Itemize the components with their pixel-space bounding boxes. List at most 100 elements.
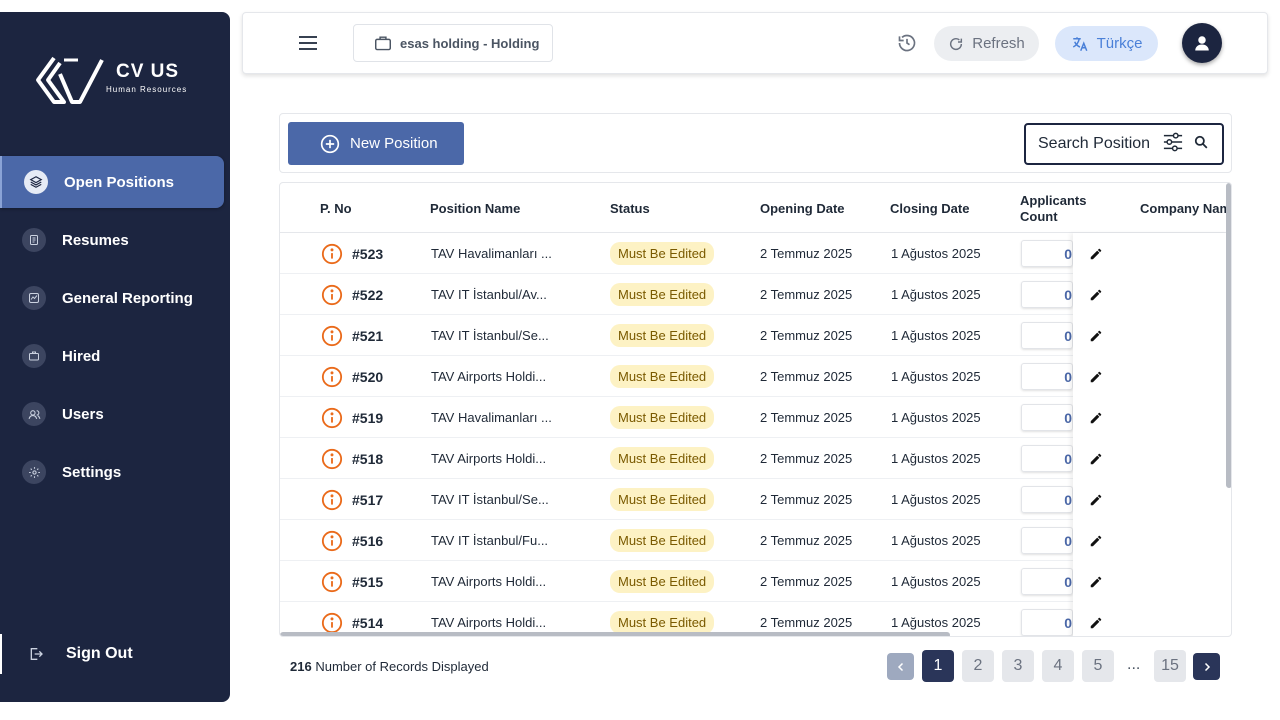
- applicants-count-cell: 0: [1021, 520, 1073, 561]
- info-icon[interactable]: [321, 356, 343, 397]
- menu-icon[interactable]: [299, 35, 319, 51]
- info-icon[interactable]: [321, 561, 343, 602]
- position-name[interactable]: TAV Havalimanları ...: [431, 397, 552, 438]
- info-icon[interactable]: [321, 520, 343, 561]
- info-icon[interactable]: [321, 479, 343, 520]
- closing-date: 1 Ağustos 2025: [891, 287, 981, 302]
- edit-icon[interactable]: [1089, 561, 1103, 602]
- edit-icon[interactable]: [1089, 438, 1103, 479]
- position-number: #515: [352, 573, 384, 590]
- avatar[interactable]: [1182, 23, 1222, 63]
- history-icon[interactable]: [897, 33, 919, 55]
- search-icon[interactable]: [1194, 135, 1208, 154]
- status-cell: Must Be Edited: [610, 479, 715, 520]
- applicants-count[interactable]: 0: [1021, 240, 1073, 267]
- applicants-count[interactable]: 0: [1021, 322, 1073, 349]
- applicants-count[interactable]: 0: [1021, 404, 1073, 431]
- page-button-4[interactable]: 4: [1042, 650, 1074, 682]
- position-name[interactable]: TAV Airports Holdi...: [431, 438, 546, 479]
- edit-icon[interactable]: [1089, 479, 1103, 520]
- edit-icon[interactable]: [1089, 602, 1103, 636]
- search-input[interactable]: [1038, 135, 1156, 153]
- status-cell: Must Be Edited: [610, 561, 715, 602]
- info-icon[interactable]: [321, 397, 343, 438]
- info-icon[interactable]: [321, 274, 343, 315]
- closing-date: 1 Ağustos 2025: [891, 410, 981, 425]
- applicants-count-cell: 0: [1021, 397, 1073, 438]
- previous-page-button[interactable]: [887, 653, 914, 680]
- page-button-last[interactable]: 15: [1154, 650, 1186, 682]
- applicants-count[interactable]: 0: [1021, 486, 1073, 513]
- sign-out-icon: [24, 642, 48, 666]
- position-number: #523: [352, 245, 384, 262]
- filter-icon[interactable]: [1162, 132, 1184, 157]
- column-header-applicants-count[interactable]: Applicants Count: [1020, 193, 1100, 225]
- logo-icon: [36, 56, 104, 104]
- opening-date: 2 Temmuz 2025: [760, 328, 853, 343]
- page-button-5[interactable]: 5: [1082, 650, 1114, 682]
- sidebar-item-label: Users: [62, 405, 104, 423]
- edit-icon[interactable]: [1089, 397, 1103, 438]
- info-icon[interactable]: [321, 233, 343, 274]
- sidebar-item-settings[interactable]: Settings: [0, 446, 224, 498]
- applicants-count[interactable]: 0: [1021, 568, 1073, 595]
- sidebar-item-label: General Reporting: [62, 289, 193, 307]
- column-header-pno[interactable]: P. No: [320, 201, 352, 217]
- vertical-scrollbar[interactable]: [1226, 183, 1231, 488]
- applicants-count-cell: 0: [1021, 602, 1073, 636]
- closing-date: 1 Ağustos 2025: [891, 451, 981, 466]
- column-header-company-name[interactable]: Company Nam: [1140, 201, 1231, 217]
- column-header-position-name[interactable]: Position Name: [430, 201, 520, 217]
- status-cell: Must Be Edited: [610, 233, 715, 274]
- position-name[interactable]: TAV Havalimanları ...: [431, 233, 552, 274]
- position-name[interactable]: TAV Airports Holdi...: [431, 356, 546, 397]
- pagination-ellipsis: ...: [1127, 656, 1141, 673]
- new-position-button[interactable]: New Position: [288, 122, 464, 165]
- page-button-3[interactable]: 3: [1002, 650, 1034, 682]
- refresh-button[interactable]: Refresh: [934, 26, 1039, 61]
- positions-toolbar: New Position: [279, 113, 1232, 173]
- edit-icon[interactable]: [1089, 274, 1103, 315]
- horizontal-scrollbar[interactable]: [280, 632, 950, 636]
- sidebar-item-users[interactable]: Users: [0, 388, 224, 440]
- user-icon: [1195, 36, 1209, 51]
- position-name[interactable]: TAV IT İstanbul/Se...: [431, 315, 549, 356]
- sign-out-button[interactable]: Sign Out: [0, 634, 224, 674]
- next-page-button[interactable]: [1193, 653, 1220, 680]
- page-button-1[interactable]: 1: [922, 650, 954, 682]
- chevron-left-icon: [897, 662, 903, 671]
- layers-icon: [24, 170, 48, 194]
- info-icon[interactable]: [321, 315, 343, 356]
- opening-date: 2 Temmuz 2025: [760, 574, 853, 589]
- language-label: Türkçe: [1096, 35, 1143, 52]
- sidebar-item-hired[interactable]: Hired: [0, 330, 224, 382]
- applicants-count[interactable]: 0: [1021, 609, 1073, 636]
- closing-date: 1 Ağustos 2025: [891, 246, 981, 261]
- applicants-count[interactable]: 0: [1021, 281, 1073, 308]
- status-cell: Must Be Edited: [610, 315, 715, 356]
- column-header-status[interactable]: Status: [610, 201, 650, 217]
- edit-icon[interactable]: [1089, 356, 1103, 397]
- page-button-2[interactable]: 2: [962, 650, 994, 682]
- sidebar-item-resumes[interactable]: Resumes: [0, 214, 224, 266]
- applicants-count[interactable]: 0: [1021, 445, 1073, 472]
- info-icon[interactable]: [321, 438, 343, 479]
- position-name[interactable]: TAV Airports Holdi...: [431, 561, 546, 602]
- column-header-opening-date[interactable]: Opening Date: [760, 201, 845, 217]
- applicants-count[interactable]: 0: [1021, 527, 1073, 554]
- language-button[interactable]: Türkçe: [1055, 26, 1158, 61]
- position-name[interactable]: TAV IT İstanbul/Se...: [431, 479, 549, 520]
- status-badge: Must Be Edited: [610, 365, 715, 388]
- column-header-closing-date[interactable]: Closing Date: [890, 201, 969, 217]
- opening-date: 2 Temmuz 2025: [760, 287, 853, 302]
- position-name[interactable]: TAV IT İstanbul/Av...: [431, 274, 547, 315]
- edit-icon[interactable]: [1089, 315, 1103, 356]
- company-selector[interactable]: esas holding - Holding: [353, 24, 553, 62]
- edit-icon[interactable]: [1089, 520, 1103, 561]
- sidebar-item-general-reporting[interactable]: General Reporting: [0, 272, 224, 324]
- applicants-count[interactable]: 0: [1021, 363, 1073, 390]
- edit-icon[interactable]: [1089, 233, 1103, 274]
- status-cell: Must Be Edited: [610, 356, 715, 397]
- sidebar-item-open-positions[interactable]: Open Positions: [0, 156, 224, 208]
- position-name[interactable]: TAV IT İstanbul/Fu...: [431, 520, 548, 561]
